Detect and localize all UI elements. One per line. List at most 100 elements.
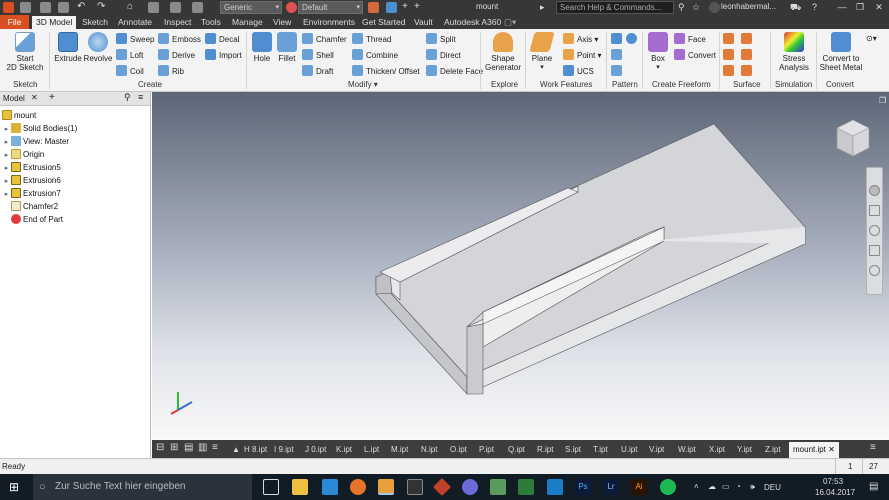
user-name[interactable]: leonhabermal... bbox=[721, 2, 776, 11]
steering-wheel-icon[interactable] bbox=[869, 185, 880, 196]
clear-override-icon[interactable] bbox=[368, 2, 379, 13]
tab-environments[interactable]: Environments bbox=[299, 16, 359, 29]
measure-icon[interactable] bbox=[192, 2, 203, 13]
doc-tab[interactable]: S.ipt bbox=[565, 443, 581, 456]
app-red-icon[interactable] bbox=[432, 477, 452, 497]
star-icon[interactable]: ☆ bbox=[692, 2, 703, 13]
task-view-icon[interactable] bbox=[263, 479, 279, 495]
doc-tab[interactable]: O.ipt bbox=[450, 443, 467, 456]
inventor-taskbar-icon[interactable] bbox=[378, 479, 394, 495]
browser-tab-close-icon[interactable]: ✕ bbox=[31, 93, 38, 102]
app-photos-icon[interactable] bbox=[547, 479, 563, 495]
taskbar-search-input[interactable]: ○ Zur Suche Text hier eingeben bbox=[33, 474, 252, 500]
draft-button[interactable]: Draft bbox=[302, 65, 333, 77]
doc-tab-scroll-icon[interactable]: ▲ bbox=[232, 443, 240, 456]
save-icon[interactable] bbox=[58, 2, 69, 13]
doc-tab[interactable]: Y.ipt bbox=[737, 443, 752, 456]
start-2d-sketch-button[interactable]: Start 2D Sketch bbox=[6, 32, 44, 72]
thicken-offset-button[interactable]: Thicken/ Offset bbox=[352, 65, 420, 77]
doc-tab[interactable]: W.ipt bbox=[678, 443, 696, 456]
adjust-icon[interactable] bbox=[386, 2, 397, 13]
user-avatar-icon[interactable] bbox=[709, 2, 720, 13]
home-icon[interactable]: ⌂ bbox=[127, 2, 138, 13]
tree-item-extrusion6[interactable]: ▸ Extrusion6 bbox=[2, 174, 61, 187]
app-map-icon[interactable] bbox=[518, 479, 534, 495]
shape-generator-button[interactable]: Shape Generator bbox=[484, 32, 522, 72]
photoshop-icon[interactable]: Ps bbox=[575, 479, 591, 495]
panel-modify-title[interactable]: Modify ▾ bbox=[348, 80, 378, 89]
binoculars-icon[interactable]: ⚲ bbox=[678, 2, 689, 13]
tree-item-origin[interactable]: ▸ Origin bbox=[2, 148, 44, 161]
edge-icon[interactable] bbox=[322, 479, 338, 495]
appearance-icon[interactable] bbox=[286, 2, 297, 13]
fx-icon[interactable]: + bbox=[402, 2, 413, 13]
direct-button[interactable]: Direct bbox=[426, 49, 461, 61]
fillet-button[interactable]: Fillet bbox=[275, 32, 299, 63]
notifications-icon[interactable]: ▤ bbox=[869, 481, 878, 492]
grid-icon[interactable]: ⊞ bbox=[170, 441, 178, 454]
tab-tools[interactable]: Tools bbox=[197, 16, 225, 29]
arrange-icon[interactable]: ▥ bbox=[198, 441, 207, 454]
surface-trim-button[interactable] bbox=[723, 49, 737, 61]
volume-icon[interactable]: 🕪 bbox=[750, 482, 755, 492]
tree-root[interactable]: mount bbox=[2, 109, 36, 122]
view-cube[interactable] bbox=[835, 118, 871, 160]
viewport-maximize-icon[interactable]: ❐ bbox=[879, 96, 886, 105]
doc-tab[interactable]: H 8.ipt bbox=[244, 443, 267, 456]
doc-tab[interactable]: T.ipt bbox=[593, 443, 608, 456]
browser-search-icon[interactable]: ⚲ bbox=[124, 92, 131, 103]
shell-button[interactable]: Shell bbox=[302, 49, 334, 61]
tab-3d-model[interactable]: 3D Model bbox=[32, 16, 77, 29]
doc-tab[interactable]: X.ipt bbox=[709, 443, 725, 456]
tab-annotate[interactable]: Annotate bbox=[114, 16, 156, 29]
doc-tab[interactable]: K.ipt bbox=[336, 443, 352, 456]
rib-button[interactable]: Rib bbox=[158, 65, 184, 77]
mirror-button[interactable] bbox=[611, 65, 625, 77]
ucs-button[interactable]: UCS bbox=[563, 65, 594, 77]
circular-pattern-button[interactable] bbox=[626, 33, 640, 45]
add-browser-icon[interactable]: + bbox=[49, 92, 55, 103]
clock-date[interactable]: 16.04.2017 bbox=[815, 488, 855, 497]
doc-tab-close-icon[interactable]: ✕ bbox=[828, 445, 835, 454]
surface-patch-button[interactable] bbox=[741, 33, 755, 45]
cart-icon[interactable]: ⛟ bbox=[790, 2, 801, 13]
help-search-input[interactable]: Search Help & Commands... bbox=[556, 1, 674, 14]
app-menu-icon[interactable] bbox=[3, 2, 14, 13]
decal-button[interactable]: Decal bbox=[205, 33, 239, 45]
emboss-button[interactable]: Emboss bbox=[158, 33, 201, 45]
tab-get-started[interactable]: Get Started bbox=[358, 16, 409, 29]
open-icon[interactable] bbox=[40, 2, 51, 13]
import-button[interactable]: Import bbox=[205, 49, 242, 61]
convert-freeform-button[interactable]: Convert bbox=[674, 49, 716, 61]
tray-cloud-icon[interactable]: ☁ bbox=[708, 482, 716, 491]
ribbon-options-icon[interactable]: ⊙▾ bbox=[866, 33, 877, 45]
doc-tab-active[interactable]: mount.ipt ✕ bbox=[789, 442, 839, 458]
ribbon-toggle-icon[interactable]: ▢▾ bbox=[500, 16, 520, 29]
surface-replace-button[interactable] bbox=[723, 65, 737, 77]
convert-sheet-metal-button[interactable]: Convert to Sheet Metal bbox=[819, 32, 863, 72]
doc-tab-menu-icon[interactable]: ≡ bbox=[870, 441, 876, 454]
app-icon[interactable] bbox=[407, 479, 423, 495]
app-blue-icon[interactable] bbox=[462, 479, 478, 495]
list-icon[interactable]: ≡ bbox=[212, 441, 218, 454]
network-icon[interactable]: ◔ bbox=[736, 482, 741, 491]
loft-button[interactable]: Loft bbox=[116, 49, 143, 61]
zoom-icon[interactable] bbox=[869, 225, 880, 236]
doc-tab[interactable]: M.ipt bbox=[391, 443, 408, 456]
look-at-icon[interactable] bbox=[869, 265, 880, 276]
thread-button[interactable]: Thread bbox=[352, 33, 391, 45]
doc-tab[interactable]: N.ipt bbox=[421, 443, 437, 456]
redo-icon[interactable]: ↷ bbox=[97, 2, 108, 13]
appearance-dropdown[interactable]: Default bbox=[298, 1, 363, 14]
tree-item-end-of-part[interactable]: End of Part bbox=[2, 213, 63, 226]
spotify-icon[interactable] bbox=[660, 479, 676, 495]
new-file-icon[interactable] bbox=[20, 2, 31, 13]
extrude-button[interactable]: Extrude bbox=[53, 32, 83, 63]
combine-button[interactable]: Combine bbox=[352, 49, 398, 61]
box-button[interactable]: Box ▾ bbox=[646, 32, 670, 72]
clock-time[interactable]: 07:53 bbox=[823, 477, 843, 486]
view-cube-icon[interactable] bbox=[835, 118, 871, 158]
surface-extend-button[interactable] bbox=[741, 49, 755, 61]
battery-icon[interactable]: ▭ bbox=[722, 482, 730, 491]
firefox-icon[interactable] bbox=[350, 479, 366, 495]
